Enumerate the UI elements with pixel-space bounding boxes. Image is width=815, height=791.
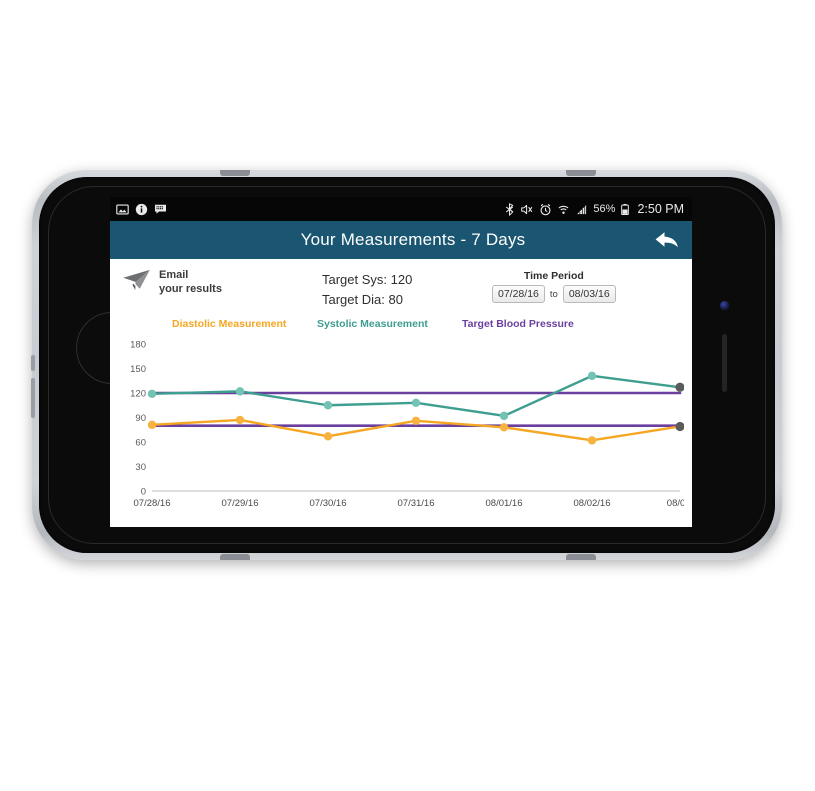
y-tick-30: 30 (135, 462, 146, 473)
y-axis-ticks: 0 30 60 90 120 150 180 (130, 340, 146, 498)
date-to-separator: to (549, 288, 558, 300)
y-tick-180: 180 (130, 340, 146, 351)
front-camera-icon (720, 301, 729, 310)
data-point[interactable] (235, 416, 245, 425)
x-tick-3: 07/31/16 (398, 498, 435, 509)
data-point[interactable] (675, 382, 684, 393)
legend-item-diastolic[interactable]: Diastolic Measurement (172, 318, 317, 330)
battery-icon (620, 203, 630, 216)
target-sys-label: Target Sys: 120 (322, 272, 413, 287)
x-tick-6: 08/03/ (667, 498, 684, 509)
x-tick-0: 07/28/16 (134, 498, 171, 509)
x-tick-4: 08/01/16 (486, 498, 523, 509)
antenna-band-bottom-right (566, 554, 596, 560)
chart-svg: 0 30 60 90 120 150 180 07/28/16 07/29/16 07/30/1… (130, 340, 684, 509)
volume-down-button[interactable] (31, 378, 35, 418)
image-icon (116, 203, 129, 216)
wifi-icon (557, 203, 570, 216)
battery-percent-label: 56% (593, 203, 616, 215)
info-row: Email your results Target Sys: 120 Targe… (110, 259, 692, 312)
target-values: Target Sys: 120 Target Dia: 80 (322, 269, 492, 310)
y-tick-120: 120 (130, 389, 146, 400)
email-results-label: Email your results (159, 269, 222, 297)
antenna-band-bottom-left (220, 554, 250, 560)
chart-series (147, 371, 684, 445)
date-to-button[interactable]: 08/03/16 (562, 285, 616, 303)
data-point[interactable] (587, 436, 597, 445)
x-tick-1: 07/29/16 (222, 498, 259, 509)
status-bar-system: 56% 2:50 PM (504, 202, 684, 216)
email-results-button[interactable]: Email your results (122, 269, 322, 297)
data-point[interactable] (411, 416, 421, 426)
alarm-icon (539, 203, 552, 216)
time-period-label: Time Period (523, 270, 584, 282)
email-line-1: Email (159, 269, 189, 281)
y-tick-0: 0 (141, 487, 146, 498)
y-tick-60: 60 (135, 438, 146, 449)
status-bar: 56% 2:50 PM (110, 197, 692, 221)
volume-up-button[interactable] (31, 355, 35, 371)
signal-icon (575, 203, 588, 216)
antenna-band-top-right (566, 170, 596, 176)
page-title: Your Measurements - 7 Days (300, 230, 526, 249)
data-point[interactable] (499, 411, 509, 421)
data-point[interactable] (147, 420, 157, 430)
x-tick-2: 07/30/16 (310, 498, 347, 509)
email-line-2: your results (159, 282, 222, 295)
earpiece-speaker (722, 334, 727, 392)
y-tick-90: 90 (135, 413, 146, 424)
data-point[interactable] (147, 389, 157, 399)
blood-pressure-chart: 0 30 60 90 120 150 180 07/28/16 07/29/16 07/30/1… (114, 336, 684, 518)
bluetooth-icon (504, 202, 515, 216)
x-tick-5: 08/02/16 (574, 498, 611, 509)
app-title-bar: Your Measurements - 7 Days (110, 221, 692, 259)
data-point[interactable] (235, 387, 245, 396)
time-period-controls: 07/28/16 to 08/03/16 (492, 285, 616, 303)
target-dia-label: Target Dia: 80 (322, 292, 403, 308)
data-point[interactable] (675, 422, 684, 432)
data-point[interactable] (499, 423, 509, 432)
chart-legend: Diastolic Measurement Systolic Measureme… (110, 312, 692, 332)
antenna-band-top-left (220, 170, 250, 176)
date-from-button[interactable]: 07/28/16 (492, 285, 545, 303)
phone-device: 56% 2:50 PM Your Measurements - 7 Days E… (31, 170, 782, 560)
status-bar-notifications (116, 203, 167, 216)
legend-item-target[interactable]: Target Blood Pressure (462, 318, 574, 330)
mute-icon (520, 203, 534, 216)
data-point[interactable] (587, 371, 597, 381)
data-point[interactable] (411, 398, 421, 408)
back-arrow-icon[interactable] (652, 225, 682, 255)
data-point[interactable] (323, 432, 333, 441)
clock-label: 2:50 PM (637, 202, 684, 216)
x-axis-ticks: 07/28/16 07/29/16 07/30/16 07/31/16 08/01/16… (134, 498, 684, 509)
screenshot-canvas: 56% 2:50 PM Your Measurements - 7 Days E… (0, 0, 815, 791)
series-line-systolic-measurement (150, 374, 682, 418)
legend-item-systolic[interactable]: Systolic Measurement (317, 318, 462, 330)
y-tick-150: 150 (130, 364, 146, 375)
data-point[interactable] (323, 401, 333, 410)
message-icon (154, 203, 167, 216)
phone-screen: 56% 2:50 PM Your Measurements - 7 Days E… (110, 197, 692, 527)
time-period-block: Time Period 07/28/16 to 08/03/16 (492, 269, 616, 303)
paper-plane-icon (122, 269, 152, 296)
info-icon (135, 203, 148, 216)
